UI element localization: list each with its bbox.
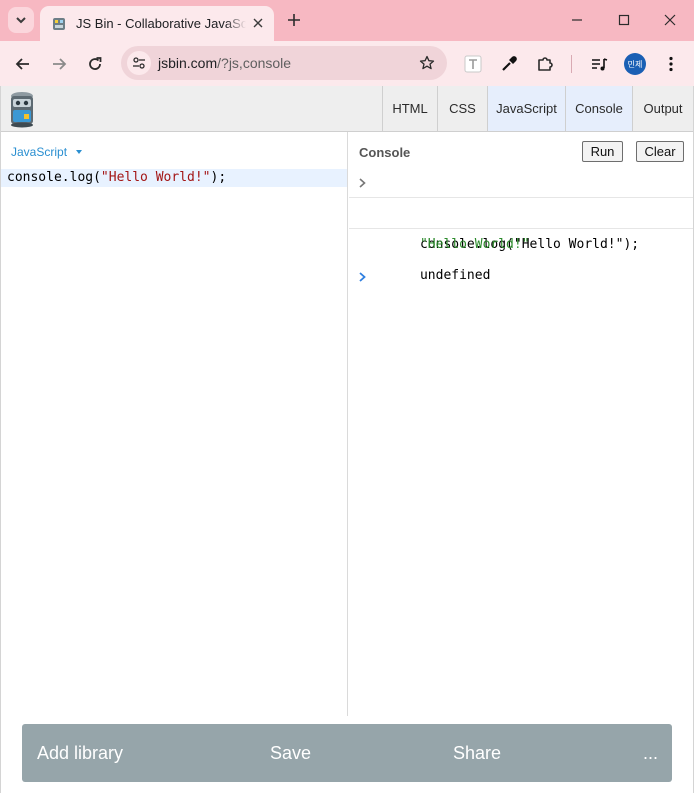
url-text: jsbin.com/?js,console: [158, 55, 291, 71]
eyedropper-icon: [502, 56, 517, 71]
bookmark-button[interactable]: [417, 53, 437, 73]
add-library-button[interactable]: Add library: [37, 743, 123, 764]
profile-avatar[interactable]: 민제: [624, 53, 646, 75]
close-icon: [664, 14, 676, 26]
javascript-editor-pane[interactable]: JavaScript console.log("Hello World!");: [1, 132, 348, 716]
code-end: );: [210, 170, 227, 185]
run-button[interactable]: Run: [582, 141, 623, 162]
reload-icon: [89, 57, 102, 70]
tab-output[interactable]: Output: [632, 86, 693, 131]
browser-toolbar: jsbin.com/?js,console 민제: [0, 41, 694, 86]
toolbar-divider: [571, 55, 572, 73]
jsbin-favicon-icon: [53, 17, 65, 30]
share-button[interactable]: Share: [453, 743, 501, 764]
arrow-right-icon: [53, 58, 67, 70]
arrow-left-icon: [15, 58, 29, 70]
code-line[interactable]: console.log("Hello World!");: [1, 169, 347, 187]
tab-javascript[interactable]: JavaScript: [487, 86, 565, 131]
playlist-music-icon: [592, 58, 608, 71]
save-button[interactable]: Save: [270, 743, 311, 764]
console-prompt[interactable]: [349, 261, 693, 292]
back-button[interactable]: [8, 49, 38, 79]
maximize-button[interactable]: [609, 6, 639, 34]
more-vertical-icon: [669, 56, 673, 72]
plus-icon: [288, 14, 300, 26]
forward-button[interactable]: [44, 49, 74, 79]
new-tab-button[interactable]: [283, 9, 305, 31]
star-icon: [419, 55, 435, 70]
address-bar[interactable]: jsbin.com/?js,console: [121, 46, 447, 80]
close-icon: [253, 18, 263, 28]
prompt-chevron-icon: [359, 272, 366, 282]
console-output-entry: undefined: [349, 229, 693, 283]
tab-html[interactable]: HTML: [382, 86, 437, 131]
tune-icon: [133, 57, 145, 69]
console-title: Console: [359, 145, 411, 160]
puzzle-icon: [538, 57, 553, 71]
url-path: /?js,console: [217, 55, 292, 71]
console-output-entry: "Hello World!": [349, 198, 693, 252]
console-pane: Console Run Clear console.log("Hello Wor…: [349, 132, 693, 716]
media-controls-button[interactable]: [584, 49, 614, 79]
text-t-icon: [464, 55, 482, 73]
code-string: "Hello World!": [100, 170, 211, 185]
browser-menu-button[interactable]: [656, 49, 686, 79]
panel-tabs: HTML CSS JavaScript Console Output: [382, 86, 693, 131]
translate-extension-button[interactable]: [458, 49, 488, 79]
tab-search-button[interactable]: [8, 7, 34, 33]
jsbin-app: HTML CSS JavaScript Console Output JavaS…: [0, 86, 694, 793]
code-call: console.log(: [7, 170, 101, 185]
browser-tab-strip: JS Bin - Collaborative JavaScript: [0, 0, 694, 41]
minimize-button[interactable]: [562, 6, 592, 34]
bottom-action-bar: Add library Save Share ...: [22, 724, 672, 782]
tab-console[interactable]: Console: [565, 86, 632, 131]
reload-button[interactable]: [80, 49, 110, 79]
minimize-icon: [572, 19, 582, 21]
chevron-right-icon: [359, 178, 366, 188]
clear-button[interactable]: Clear: [636, 141, 684, 162]
caret-down-icon: [76, 150, 82, 154]
url-host: jsbin.com: [158, 55, 218, 71]
close-window-button[interactable]: [655, 6, 685, 34]
chevron-down-icon: [16, 17, 26, 24]
language-selector[interactable]: JavaScript: [11, 145, 67, 159]
tab-title: JS Bin - Collaborative JavaScript: [76, 16, 246, 31]
jsbin-logo-icon[interactable]: [7, 90, 37, 128]
site-info-button[interactable]: [127, 51, 151, 75]
extensions-button[interactable]: [530, 49, 560, 79]
browser-tab-active[interactable]: JS Bin - Collaborative JavaScript: [40, 6, 274, 41]
jsbin-header: HTML CSS JavaScript Console Output: [1, 86, 693, 132]
maximize-icon: [618, 14, 630, 26]
console-input-entry: console.log("Hello World!");: [349, 167, 693, 252]
eyedropper-extension-button[interactable]: [494, 49, 524, 79]
tab-close-button[interactable]: [250, 15, 266, 31]
more-button[interactable]: ...: [643, 743, 658, 764]
tab-css[interactable]: CSS: [437, 86, 487, 131]
